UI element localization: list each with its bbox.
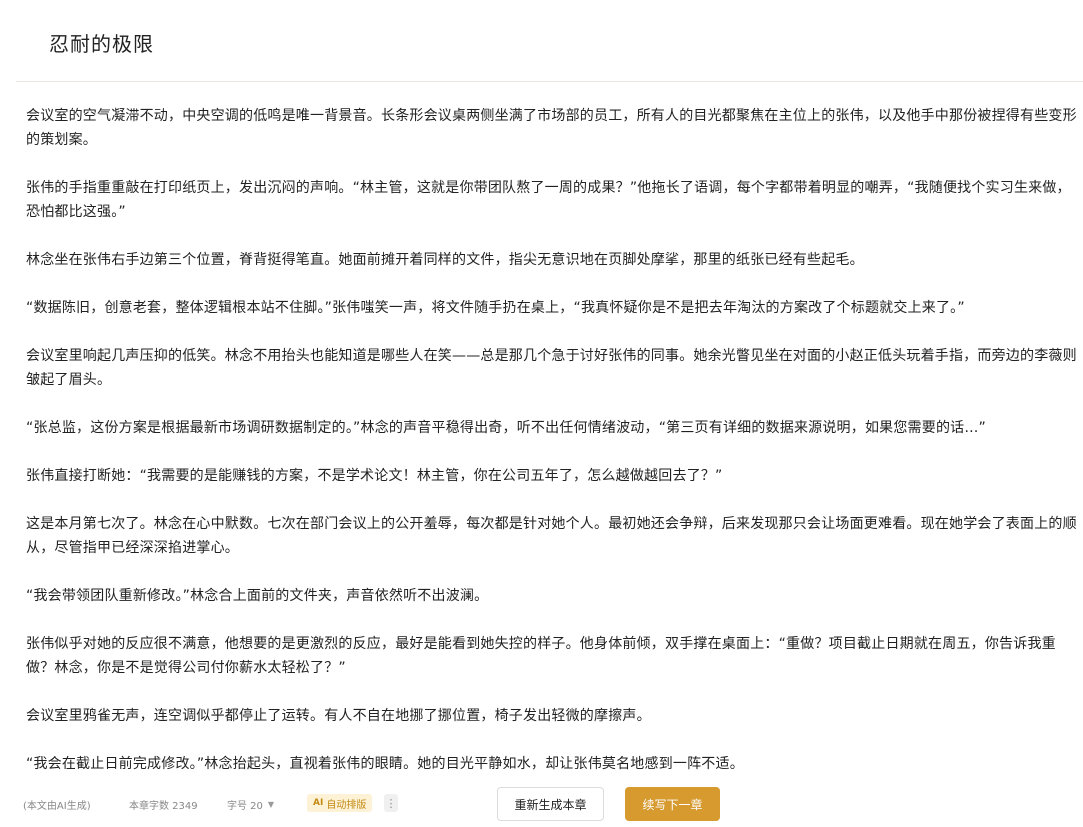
chapter-title: 忍耐的极限 (49, 32, 154, 56)
chapter-header: 忍耐的极限 (16, 0, 1083, 82)
paragraph: “我会带领团队重新修改。”林念合上面前的文件夹，声音依然听不出波澜。 (26, 588, 489, 604)
footer-toolbar: (本文由AI生成) 本章字数 2349 字号 20 ▼ AI 自动排版 ⋮ 重新… (0, 772, 1083, 827)
paragraph: 张伟似乎对她的反应很不满意，他想要的是更激烈的反应，最好是能看到她失控的样子。他… (26, 636, 1056, 676)
font-size-select[interactable]: 字号 20 ▼ (227, 797, 274, 812)
paragraph: “我会在截止日前完成修改。”林念抬起头，直视着张伟的眼睛。她的目光平静如水，却让… (26, 756, 744, 772)
word-count: 本章字数 2349 (129, 801, 198, 812)
paragraph: 会议室的空气凝滞不动，中央空调的低鸣是唯一背景音。长条形会议桌两侧坐满了市场部的… (26, 108, 1077, 148)
paragraph: 会议室里响起几声压抑的低笑。林念不用抬头也能知道是哪些人在笑——总是那几个急于讨… (26, 348, 1077, 388)
regenerate-chapter-button[interactable]: 重新生成本章 (497, 787, 604, 821)
paragraph: 林念坐在张伟右手边第三个位置，脊背挺得笔直。她面前摊开着同样的文件，指尖无意识地… (26, 252, 864, 268)
continue-next-chapter-button[interactable]: 续写下一章 (625, 787, 720, 821)
paragraph: “数据陈旧，创意老套，整体逻辑根本站不住脚。”张伟嗤笑一声，将文件随手扔在桌上，… (26, 300, 965, 316)
paragraph: 这是本月第七次了。林念在心中默数。七次在部门会议上的公开羞辱，每次都是针对她个人… (26, 516, 1077, 556)
font-size-label: 字号 20 (227, 801, 263, 812)
paragraph: “张总监，这份方案是根据最新市场调研数据制定的。”林念的声音平稳得出奇，听不出任… (26, 420, 987, 436)
more-icon: ⋮ (385, 796, 397, 810)
more-options-button[interactable]: ⋮ (384, 794, 398, 812)
paragraph: 张伟直接打断她：“我需要的是能赚钱的方案，不是学术论文！林主管，你在公司五年了，… (26, 468, 723, 484)
ai-generated-note: (本文由AI生成) (23, 801, 91, 812)
auto-format-button[interactable]: AI 自动排版 (307, 794, 373, 812)
auto-format-label: 自动排版 (326, 799, 367, 811)
paragraph: 张伟的手指重重敲在打印纸页上，发出沉闷的声响。“林主管，这就是你带团队熬了一周的… (26, 180, 1071, 220)
chevron-down-icon: ▼ (267, 800, 275, 809)
paragraph: 会议室里鸦雀无声，连空调似乎都停止了运转。有人不自在地挪了挪位置，椅子发出轻微的… (26, 708, 651, 724)
chapter-content: 会议室的空气凝滞不动，中央空调的低鸣是唯一背景音。长条形会议桌两侧坐满了市场部的… (26, 104, 1078, 772)
ai-format-icon: AI (313, 798, 324, 808)
